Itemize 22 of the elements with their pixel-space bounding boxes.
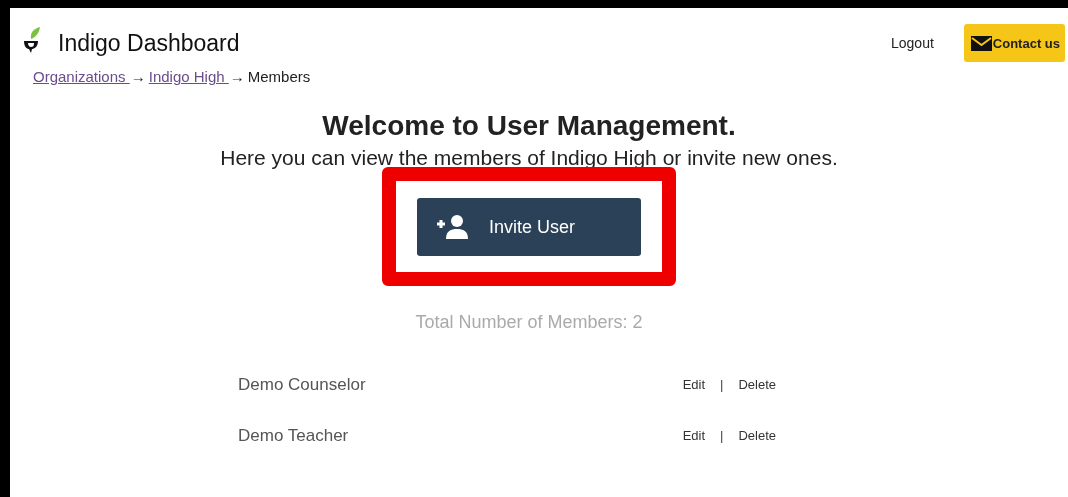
link-separator: |	[720, 428, 724, 443]
app-title: Indigo Dashboard	[58, 29, 240, 57]
edit-link[interactable]: Edit	[682, 428, 706, 443]
breadcrumb-link[interactable]: Indigo High	[148, 68, 229, 85]
breadcrumb-current: Members	[247, 68, 311, 85]
contact-us-button[interactable]: Contact us	[963, 24, 1065, 62]
member-name: Demo Counselor	[238, 374, 366, 395]
edit-link[interactable]: Edit	[682, 377, 706, 392]
delete-link[interactable]: Delete	[738, 428, 776, 443]
page-heading: Welcome to User Management.	[322, 109, 736, 143]
breadcrumb-arrow: →	[229, 68, 245, 85]
delete-link[interactable]: Delete	[738, 377, 776, 392]
breadcrumb-link[interactable]: Organizations	[33, 68, 130, 85]
envelope-icon	[970, 35, 992, 51]
invite-user-button[interactable]: Invite User	[417, 198, 641, 256]
member-count: Total Number of Members: 2	[415, 312, 643, 333]
page-subtitle: Here you can view the members of Indigo High or invite new ones.	[220, 145, 838, 171]
sprout-logo-icon	[22, 27, 42, 55]
link-separator: |	[720, 377, 724, 392]
logout-link[interactable]: Logout	[891, 35, 934, 51]
member-name: Demo Teacher	[238, 425, 349, 446]
breadcrumb-arrow: →	[130, 68, 146, 85]
